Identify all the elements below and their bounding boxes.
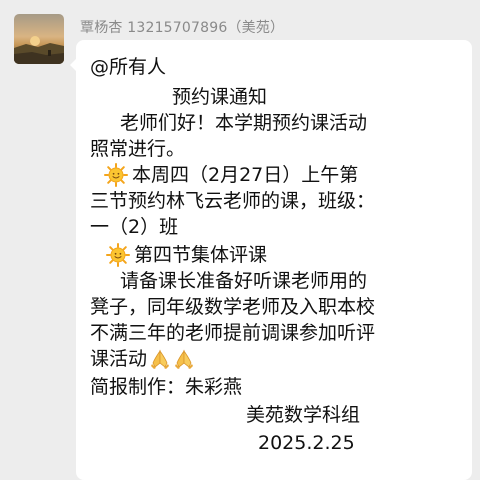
sun-emoji-icon	[106, 243, 130, 267]
reporter-credit: 简报制作：朱彩燕	[90, 376, 243, 398]
avatar[interactable]	[14, 14, 64, 64]
item2-line-1: 请备课长准备好听课老师用的	[120, 270, 368, 292]
item2-heading-row: 第四节集体评课	[106, 242, 267, 268]
folded-hands-emoji-icon	[149, 348, 171, 370]
greeting-line-1: 老师们好！本学期预约课活动	[120, 112, 368, 134]
chat-screen: 覃杨杏 13215707896（美苑） @所有人 预约课通知 老师们好！本学期预…	[0, 0, 480, 480]
sun-emoji-icon	[104, 163, 128, 187]
item1-line-1: 本周四（2月27日）上午第	[132, 164, 359, 186]
avatar-sunset-photo	[14, 14, 64, 64]
message-date: 2025.2.25	[258, 432, 355, 454]
item1-line-1-row: 本周四（2月27日）上午第	[104, 162, 358, 188]
signature: 美苑数学科组	[246, 404, 361, 426]
item2-line-3: 不满三年的老师提前调课参加听评	[90, 322, 376, 344]
notice-title: 预约课通知	[172, 86, 268, 108]
mention-all[interactable]: @所有人	[90, 54, 166, 80]
greeting-line-2: 照常进行。	[90, 138, 186, 160]
item2-line-4-row: 课活动	[90, 346, 195, 372]
folded-hands-emoji-icon	[173, 348, 195, 370]
item1-line-3: 一（2）班	[90, 216, 179, 238]
item2-line-2: 凳子，同年级数学老师及入职本校	[90, 296, 376, 318]
sender-name: 覃杨杏 13215707896（美苑）	[80, 20, 285, 36]
item2-line-4: 课活动	[90, 348, 148, 370]
item1-line-2: 三节预约林飞云老师的课，班级：	[90, 190, 376, 212]
item2-heading: 第四节集体评课	[134, 244, 268, 266]
